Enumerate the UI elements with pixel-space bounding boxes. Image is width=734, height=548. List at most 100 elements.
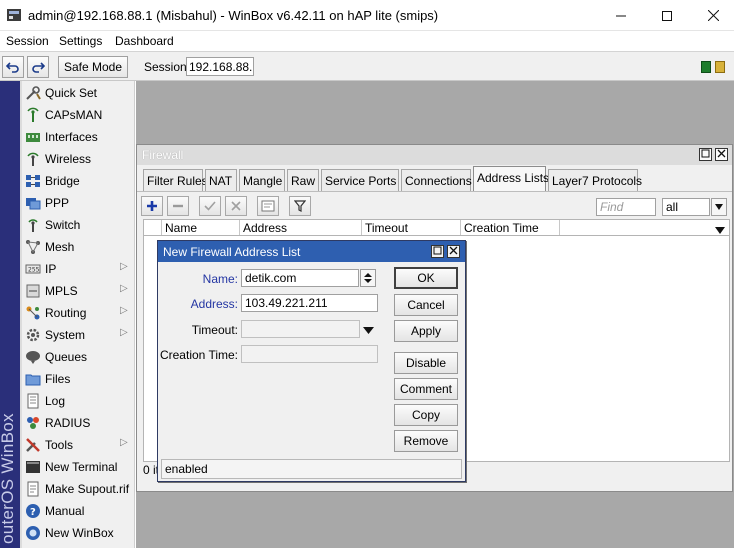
sidebar-item-wireless[interactable]: Wireless <box>22 148 135 170</box>
name-field[interactable]: detik.com <box>241 269 359 287</box>
add-button[interactable] <box>141 196 163 216</box>
tools-icon <box>25 437 41 453</box>
filter-select-arrow[interactable] <box>711 198 727 216</box>
sidebar-item-bridge[interactable]: Bridge <box>22 170 135 192</box>
sidebar-item-tools[interactable]: Tools ▷ <box>22 434 135 456</box>
undo-button[interactable] <box>2 56 24 78</box>
menu-dashboard[interactable]: Dashboard <box>115 34 174 48</box>
wireless-icon <box>25 151 41 167</box>
column-name[interactable]: Name <box>161 220 241 235</box>
chevron-down-icon <box>363 327 374 334</box>
tab-layer7-protocols[interactable]: Layer7 Protocols <box>548 169 642 191</box>
sidebar-item-new-terminal[interactable]: New Terminal <box>22 456 135 478</box>
creation-time-label: Creation Time: <box>159 348 238 362</box>
plus-icon <box>147 201 157 211</box>
column-timeout[interactable]: Timeout <box>361 220 461 235</box>
sidebar-item-mpls[interactable]: MPLS ▷ <box>22 280 135 302</box>
submenu-arrow-icon: ▷ <box>120 261 128 272</box>
disable-button[interactable] <box>225 196 247 216</box>
tab-mangle[interactable]: Mangle <box>239 169 285 191</box>
sidebar-item-quick-set[interactable]: Quick Set <box>22 82 135 104</box>
comment-button[interactable] <box>257 196 279 216</box>
name-dropdown-button[interactable] <box>360 269 376 287</box>
column-creation-time[interactable]: Creation Time <box>460 220 560 235</box>
quick-set-icon <box>25 85 41 101</box>
find-input[interactable]: Find <box>596 198 656 216</box>
dialog-maximize-button[interactable] <box>431 245 444 258</box>
tab-nat[interactable]: NAT <box>205 169 237 191</box>
firewall-title: Firewall <box>142 148 184 162</box>
tab-connections[interactable]: Connections <box>401 169 472 191</box>
minimize-icon <box>616 15 626 16</box>
tab-raw[interactable]: Raw <box>287 169 319 191</box>
menu-settings[interactable]: Settings <box>59 34 102 48</box>
cancel-button[interactable]: Cancel <box>394 294 458 316</box>
sidebar-item-files[interactable]: Files <box>22 368 135 390</box>
minimize-button[interactable] <box>598 0 644 31</box>
copy-button[interactable]: Copy <box>394 404 458 426</box>
x-icon <box>231 201 241 211</box>
brand-strip: outerOS WinBox <box>0 81 20 548</box>
column-address[interactable]: Address <box>239 220 361 235</box>
sidebar-item-interfaces[interactable]: Interfaces <box>22 126 135 148</box>
session-field[interactable]: 192.168.88.1 <box>186 57 254 76</box>
supout-icon <box>25 481 41 497</box>
tab-service-ports[interactable]: Service Ports <box>321 169 399 191</box>
column-filler <box>559 220 715 235</box>
ok-button[interactable]: OK <box>394 267 458 289</box>
sidebar-item-new-winbox[interactable]: New WinBox <box>22 522 135 544</box>
columns-menu-button[interactable] <box>715 223 729 234</box>
system-icon <box>25 327 41 343</box>
sidebar-item-mesh[interactable]: Mesh <box>22 236 135 258</box>
sidebar-item-log[interactable]: Log <box>22 390 135 412</box>
firewall-maximize-button[interactable] <box>699 148 712 161</box>
apply-button[interactable]: Apply <box>394 320 458 342</box>
sidebar-item-switch[interactable]: Switch <box>22 214 135 236</box>
timeout-field[interactable] <box>241 320 360 338</box>
disable-button[interactable]: Disable <box>394 352 458 374</box>
tab-address-lists[interactable]: Address Lists <box>473 166 549 191</box>
bridge-icon <box>25 173 41 189</box>
sidebar-item-make-supout[interactable]: Make Supout.rif <box>22 478 135 500</box>
svg-text:?: ? <box>30 507 36 518</box>
firewall-close-button[interactable] <box>715 148 728 161</box>
main-toolbar: Safe Mode Session: 192.168.88.1 <box>0 51 734 81</box>
tab-filter-rules[interactable]: Filter Rules <box>143 169 208 191</box>
terminal-icon <box>25 459 41 475</box>
filter-select[interactable]: all <box>662 198 710 216</box>
mpls-icon <box>25 283 41 299</box>
safe-mode-button[interactable]: Safe Mode <box>58 56 128 78</box>
submenu-arrow-icon: ▷ <box>120 437 128 448</box>
dialog-titlebar[interactable]: New Firewall Address List <box>158 241 465 262</box>
redo-icon <box>32 62 45 73</box>
sidebar-item-ip[interactable]: 255 IP ▷ <box>22 258 135 280</box>
address-label: Address: <box>190 297 238 311</box>
filter-button[interactable] <box>289 196 311 216</box>
maximize-button[interactable] <box>644 0 690 31</box>
enable-button[interactable] <box>199 196 221 216</box>
sidebar-item-radius[interactable]: RADIUS <box>22 412 135 434</box>
firewall-titlebar[interactable]: Firewall <box>137 145 732 165</box>
sidebar-item-ppp[interactable]: PPP <box>22 192 135 214</box>
sidebar-item-routing[interactable]: Routing ▷ <box>22 302 135 324</box>
sidebar-item-capsman[interactable]: CAPsMAN <box>22 104 135 126</box>
close-button[interactable] <box>690 0 734 31</box>
winbox-app-icon <box>7 9 21 21</box>
remove-button[interactable] <box>167 196 189 216</box>
remove-button[interactable]: Remove <box>394 430 458 452</box>
comment-button[interactable]: Comment <box>394 378 458 400</box>
sidebar-item-manual[interactable]: ? Manual <box>22 500 135 522</box>
ip-icon: 255 <box>25 261 41 277</box>
queues-icon <box>25 349 41 365</box>
submenu-arrow-icon: ▷ <box>120 283 128 294</box>
sidebar-item-queues[interactable]: Queues <box>22 346 135 368</box>
menu-session[interactable]: Session <box>6 34 49 48</box>
sidebar-item-system[interactable]: System ▷ <box>22 324 135 346</box>
dialog-close-button[interactable] <box>447 245 460 258</box>
timeout-dropdown-button[interactable] <box>363 324 375 334</box>
close-icon <box>717 149 726 158</box>
svg-text:255: 255 <box>28 267 40 274</box>
redo-button[interactable] <box>27 56 49 78</box>
address-field[interactable]: 103.49.221.211 <box>241 294 378 312</box>
dialog-title: New Firewall Address List <box>163 245 301 259</box>
